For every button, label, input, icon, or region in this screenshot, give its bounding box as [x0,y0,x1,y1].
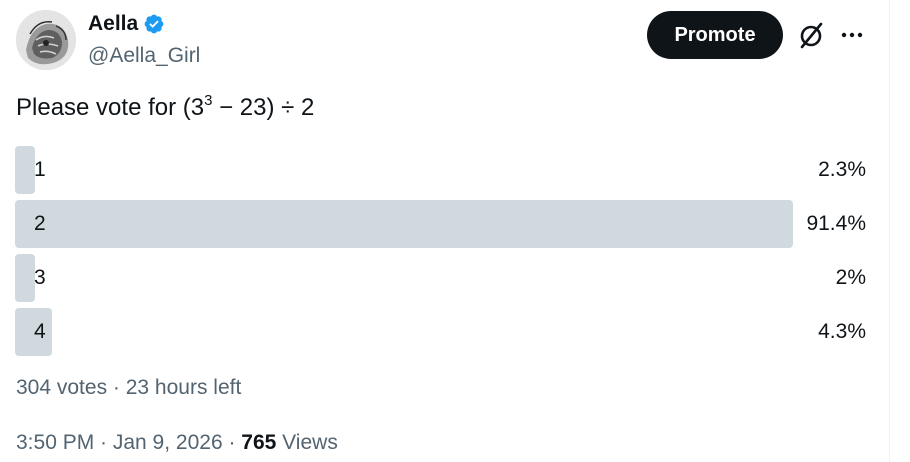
poll-option: 4 4.3% [15,308,866,356]
tweet-text-part: Please vote for (3 [16,94,205,121]
poll: 1 2.3% 2 91.4% 3 2% 4 4.3% [15,146,866,362]
author-display-name[interactable]: Aella [88,12,138,36]
poll-option-label: 3 [34,266,46,289]
poll-option-percent: 2.3% [818,158,866,181]
author-name-row: Aella [88,12,165,36]
poll-option-percent: 2% [835,266,866,289]
poll-option: 1 2.3% [15,146,866,194]
poll-option: 2 91.4% [15,200,866,248]
author-handle[interactable]: @Aella_Girl [88,44,200,68]
poll-option-bar [15,200,793,248]
poll-option-label: 1 [34,158,46,181]
poll-option-percent: 4.3% [818,320,866,343]
avatar-image [16,10,76,70]
poll-option-label: 4 [34,320,46,343]
tweet-time-date[interactable]: 3:50 PM · Jan 9, 2026 · [16,431,241,454]
poll-option-percent: 91.4% [806,212,866,235]
tweet-text: Please vote for (33 − 23) ÷ 2 [16,93,315,122]
verified-badge-icon[interactable] [143,13,165,35]
views-label: Views [276,431,338,454]
poll-option-bar [15,254,35,302]
promote-button[interactable]: Promote [647,11,783,59]
poll-option-bar [15,146,35,194]
avatar[interactable] [16,10,76,70]
poll-option: 3 2% [15,254,866,302]
timeline-border [889,0,890,462]
tweet-text-part: − 23) ÷ 2 [212,94,315,121]
grok-icon[interactable] [797,20,825,50]
poll-option-label: 2 [34,212,46,235]
tweet-timestamp: 3:50 PM · Jan 9, 2026 · 765 Views [16,431,338,455]
views-count: 765 [241,431,277,454]
poll-meta: 304 votes · 23 hours left [16,376,242,399]
more-dots-icon[interactable] [839,22,865,48]
